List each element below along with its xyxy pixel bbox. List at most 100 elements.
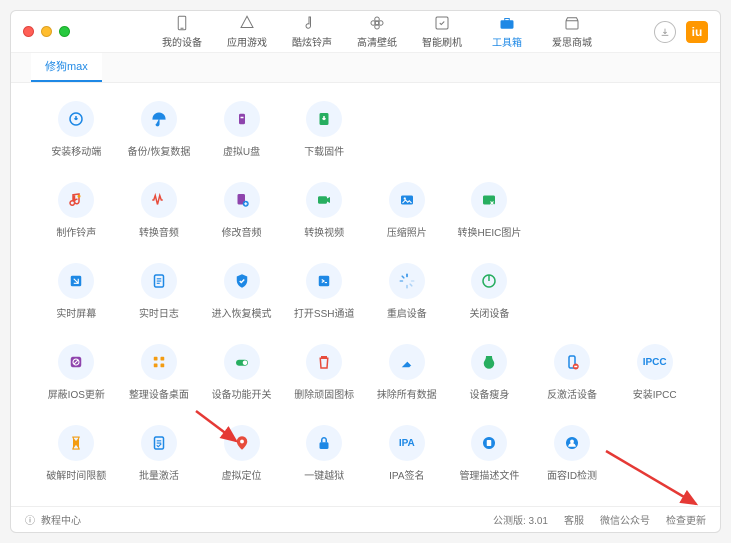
titlebar: 我的设备应用游戏酷炫铃声高清壁纸智能刷机 工具箱 爱思商城 iu bbox=[11, 11, 720, 53]
nav-ringtones[interactable]: 酷炫铃声 bbox=[280, 14, 345, 49]
nav-toolbox[interactable]: 工具箱 bbox=[475, 14, 540, 49]
open-ssh-tool[interactable]: 打开SSH通道 bbox=[287, 263, 362, 320]
nav-device[interactable]: 我的设备 bbox=[150, 14, 215, 49]
help-icon[interactable]: ⓘ bbox=[25, 512, 35, 527]
tool-label: 反激活设备 bbox=[547, 386, 597, 401]
shield-icon bbox=[224, 263, 260, 299]
nav-label: 工具箱 bbox=[492, 34, 522, 49]
minimize-button[interactable] bbox=[41, 26, 52, 37]
batch-activate-tool[interactable]: 批量激活 bbox=[122, 425, 197, 482]
tool-label: 一键越狱 bbox=[304, 467, 344, 482]
faceid-check-tool[interactable]: 面容ID检测 bbox=[535, 425, 610, 482]
convert-audio-tool[interactable]: 转换音频 bbox=[122, 182, 197, 239]
nav-device-icon bbox=[173, 14, 191, 32]
tool-label: 备份/恢复数据 bbox=[128, 143, 191, 158]
tool-label: 转换音频 bbox=[139, 224, 179, 239]
log-icon bbox=[141, 263, 177, 299]
nav-store[interactable]: 爱思商城 bbox=[540, 14, 605, 49]
tool-grid: 安装移动端 备份/恢复数据 虚拟U盘 下载固件制作铃声 转换音频 修改音频转换视频 压缩照片… bbox=[39, 101, 692, 482]
tool-label: 安装移动端 bbox=[51, 143, 101, 158]
tutorial-link[interactable]: 教程中心 bbox=[41, 512, 81, 527]
convert-video-tool[interactable]: 转换视频 bbox=[287, 182, 362, 239]
tool-label: 关闭设备 bbox=[469, 305, 509, 320]
service-link[interactable]: 客服 bbox=[564, 512, 584, 527]
download-icon bbox=[306, 101, 342, 137]
nav-flash[interactable]: 智能刷机 bbox=[410, 14, 475, 49]
download-button[interactable] bbox=[654, 21, 676, 43]
heic-icon bbox=[471, 182, 507, 218]
virtual-usb-tool[interactable]: 虚拟U盘 bbox=[204, 101, 279, 158]
maximize-button[interactable] bbox=[59, 26, 70, 37]
tool-label: 下载固件 bbox=[304, 143, 344, 158]
convert-heic-tool[interactable]: 转换HEIC图片 bbox=[452, 182, 527, 239]
loading-icon bbox=[389, 263, 425, 299]
recovery-mode-tool[interactable]: 进入恢复模式 bbox=[204, 263, 279, 320]
top-nav: 我的设备应用游戏酷炫铃声高清壁纸智能刷机 工具箱 爱思商城 bbox=[100, 14, 654, 49]
ipa-sign-tool[interactable]: IPAIPA签名 bbox=[370, 425, 445, 482]
install-icon bbox=[58, 101, 94, 137]
make-ringtone-tool[interactable]: 制作铃声 bbox=[39, 182, 114, 239]
version-text: 公测版: 3.01 bbox=[493, 512, 548, 527]
tool-label: 面容ID检测 bbox=[547, 467, 597, 482]
download-firmware-tool[interactable]: 下载固件 bbox=[287, 101, 362, 158]
tool-label: 转换视频 bbox=[304, 224, 344, 239]
tool-label: 重启设备 bbox=[387, 305, 427, 320]
nav-store-icon bbox=[563, 14, 581, 32]
edit-audio-tool[interactable]: 修改音频 bbox=[204, 182, 279, 239]
photo-icon bbox=[389, 182, 425, 218]
tool-label: 批量激活 bbox=[139, 467, 179, 482]
shutdown-device-tool[interactable]: 关闭设备 bbox=[452, 263, 527, 320]
app-window: 我的设备应用游戏酷炫铃声高清壁纸智能刷机 工具箱 爱思商城 iu 修狗max 安装移… bbox=[10, 10, 721, 533]
nav-apps-icon bbox=[238, 14, 256, 32]
nav-label: 智能刷机 bbox=[422, 34, 462, 49]
tab-device[interactable]: 修狗max bbox=[31, 53, 102, 82]
install-ipcc-tool[interactable]: IPCC安装IPCC bbox=[617, 344, 692, 401]
organize-desktop-tool[interactable]: 整理设备桌面 bbox=[122, 344, 197, 401]
tool-label: 制作铃声 bbox=[56, 224, 96, 239]
crack-timelimit-tool[interactable]: 破解时间限额 bbox=[39, 425, 114, 482]
profile-icon bbox=[471, 425, 507, 461]
backup-restore-tool[interactable]: 备份/恢复数据 bbox=[122, 101, 197, 158]
tool-label: 管理描述文件 bbox=[459, 467, 519, 482]
grid-icon bbox=[141, 344, 177, 380]
nav-wallpapers-icon bbox=[368, 14, 386, 32]
realtime-log-tool[interactable]: 实时日志 bbox=[122, 263, 197, 320]
install-mobile-tool[interactable]: 安装移动端 bbox=[39, 101, 114, 158]
tool-label: 整理设备桌面 bbox=[129, 386, 189, 401]
umbrella-icon bbox=[141, 101, 177, 137]
delete-stubborn-tool[interactable]: 删除顽固图标 bbox=[287, 344, 362, 401]
deact-icon bbox=[554, 344, 590, 380]
batch-icon bbox=[141, 425, 177, 461]
wechat-link[interactable]: 微信公众号 bbox=[600, 512, 650, 527]
tool-label: 转换HEIC图片 bbox=[457, 224, 521, 239]
app-logo: iu bbox=[686, 21, 708, 43]
virtual-location-tool[interactable]: 虚拟定位 bbox=[204, 425, 279, 482]
hourglass-icon bbox=[58, 425, 94, 461]
nav-apps[interactable]: 应用游戏 bbox=[215, 14, 280, 49]
window-controls bbox=[23, 26, 70, 37]
tool-label: 进入恢复模式 bbox=[212, 305, 272, 320]
block-ios-update-tool[interactable]: 屏蔽IOS更新 bbox=[39, 344, 114, 401]
tool-label: 破解时间限额 bbox=[46, 467, 106, 482]
nav-wallpapers[interactable]: 高清壁纸 bbox=[345, 14, 410, 49]
nav-label: 我的设备 bbox=[162, 34, 202, 49]
right-actions: iu bbox=[654, 21, 708, 43]
jailbreak-tool[interactable]: 一键越狱 bbox=[287, 425, 362, 482]
usb-icon bbox=[224, 101, 260, 137]
restart-device-tool[interactable]: 重启设备 bbox=[370, 263, 445, 320]
update-link[interactable]: 检查更新 bbox=[666, 512, 706, 527]
manage-profiles-tool[interactable]: 管理描述文件 bbox=[452, 425, 527, 482]
compress-photo-tool[interactable]: 压缩照片 bbox=[370, 182, 445, 239]
slim-icon bbox=[471, 344, 507, 380]
device-switches-tool[interactable]: 设备功能开关 bbox=[204, 344, 279, 401]
realtime-screen-tool[interactable]: 实时屏幕 bbox=[39, 263, 114, 320]
device-slim-tool[interactable]: 设备瘦身 bbox=[452, 344, 527, 401]
music-icon bbox=[58, 182, 94, 218]
tool-label: 虚拟U盘 bbox=[223, 143, 260, 158]
content-area: 安装移动端 备份/恢复数据 虚拟U盘 下载固件制作铃声 转换音频 修改音频转换视频 压缩照片… bbox=[11, 83, 720, 506]
deactivate-tool[interactable]: 反激活设备 bbox=[535, 344, 610, 401]
close-button[interactable] bbox=[23, 26, 34, 37]
location-icon bbox=[224, 425, 260, 461]
erase-all-tool[interactable]: 抹除所有数据 bbox=[370, 344, 445, 401]
erase-icon bbox=[389, 344, 425, 380]
